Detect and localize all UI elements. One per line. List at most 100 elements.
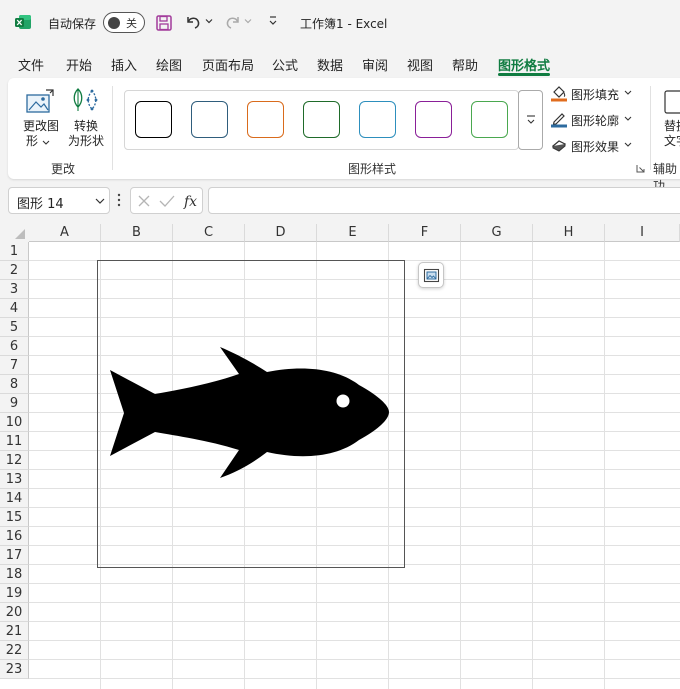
change-shape-label-1: 更改图 [22,119,59,133]
document-title: 工作簿1 - Excel [300,17,388,31]
layout-options-button[interactable] [418,262,444,288]
tab-shape-format[interactable]: 图形格式 [498,55,550,74]
tab-draw[interactable]: 绘图 [156,55,182,74]
column-header-i[interactable]: I [605,224,680,242]
shape-fill-label: 图形填充 [571,88,620,102]
group-label-shape-styles: 图形样式 [348,162,397,176]
group-label-change: 更改 [51,162,76,176]
dialog-launcher-icon[interactable] [636,164,645,173]
tab-page-layout[interactable]: 页面布局 [202,55,254,74]
cancel-icon[interactable] [137,194,151,208]
autosave-toggle[interactable]: 关 [103,12,145,33]
row-header-22[interactable]: 22 [0,641,29,660]
chevron-down-icon [95,198,105,204]
row-header-11[interactable]: 11 [0,432,29,451]
row-header-3[interactable]: 3 [0,280,29,299]
row-header-8[interactable]: 8 [0,375,29,394]
row-header-23[interactable]: 23 [0,660,29,679]
customize-toolbar-icon[interactable] [268,15,278,27]
chevron-down-icon [42,140,50,145]
more-options-icon[interactable] [116,192,122,208]
column-header-e[interactable]: E [317,224,389,242]
row-header-21[interactable]: 21 [0,622,29,641]
row-header-14[interactable]: 14 [0,489,29,508]
shape-style-swatch[interactable] [135,101,172,138]
shape-outline-label: 图形轮廓 [571,114,620,128]
row-header-18[interactable]: 18 [0,565,29,584]
chevron-down-icon [624,90,632,95]
svg-text:fx: fx [183,194,197,210]
layout-options-icon [423,268,440,283]
tab-help[interactable]: 帮助 [452,55,478,74]
tab-home[interactable]: 开始 [66,55,92,74]
title-bar: 自动保存 关 工作簿1 - Excel [0,0,680,46]
redo-dropdown-icon[interactable] [244,17,252,25]
row-header-2[interactable]: 2 [0,261,29,280]
shape-style-swatch[interactable] [303,101,340,138]
row-header-1[interactable]: 1 [0,242,29,261]
row-header-6[interactable]: 6 [0,337,29,356]
redo-icon[interactable] [224,13,242,31]
formula-input[interactable] [208,187,680,214]
shape-style-swatch[interactable] [471,101,508,138]
row-header-19[interactable]: 19 [0,584,29,603]
column-header-f[interactable]: F [389,224,461,242]
shape-style-swatch[interactable] [191,101,228,138]
row-header-17[interactable]: 17 [0,546,29,565]
change-shape-icon [26,89,54,113]
save-icon[interactable] [155,14,173,32]
tab-data[interactable]: 数据 [317,55,343,74]
row-header-9[interactable]: 9 [0,394,29,413]
excel-logo-icon [15,15,31,29]
tab-view[interactable]: 视图 [407,55,433,74]
row-header-4[interactable]: 4 [0,299,29,318]
formula-tools: fx [130,187,203,214]
paint-bucket-icon [551,86,567,102]
convert-to-shape-button[interactable]: 转换 为形状 [66,86,106,152]
row-header-10[interactable]: 10 [0,413,29,432]
autosave-state: 关 [126,17,137,30]
shape-style-swatch[interactable] [415,101,452,138]
convert-label-2: 为形状 [67,134,104,148]
undo-icon[interactable] [184,13,202,31]
row-header-13[interactable]: 13 [0,470,29,489]
shape-selection-frame [97,260,405,568]
column-header-g[interactable]: G [461,224,533,242]
shape-style-gallery [124,90,519,150]
undo-dropdown-icon[interactable] [205,17,213,25]
change-shape-button[interactable]: 更改图 形 [20,86,62,152]
change-shape-label-2: 形 [26,134,39,148]
shape-effects-icon [551,140,567,152]
convert-to-shape-icon [73,88,98,111]
gallery-more-button[interactable] [518,90,543,150]
row-header-15[interactable]: 15 [0,508,29,527]
row-header-5[interactable]: 5 [0,318,29,337]
column-header-d[interactable]: D [245,224,317,242]
row-header-12[interactable]: 12 [0,451,29,470]
group-separator [112,86,113,170]
tab-insert[interactable]: 插入 [111,55,137,74]
tab-formulas[interactable]: 公式 [272,55,298,74]
alt-text-button[interactable]: 替换 文字 [658,86,680,152]
gallery-expand-icon [527,115,535,124]
name-box[interactable]: 图形 14 [8,187,110,214]
alt-text-label-1: 替换 [664,119,680,133]
enter-icon[interactable] [159,194,175,208]
column-header-b[interactable]: B [101,224,173,242]
row-header-16[interactable]: 16 [0,527,29,546]
tab-review[interactable]: 审阅 [362,55,388,74]
pen-outline-icon [551,113,567,128]
column-header-a[interactable]: A [29,224,101,242]
row-header-20[interactable]: 20 [0,603,29,622]
column-header-h[interactable]: H [533,224,605,242]
column-header-c[interactable]: C [173,224,245,242]
alt-text-icon [664,90,680,114]
shape-style-swatch[interactable] [247,101,284,138]
select-all-corner[interactable] [0,224,29,242]
insert-function-icon[interactable]: fx [183,192,201,210]
row-header-7[interactable]: 7 [0,356,29,375]
shape-style-swatch[interactable] [359,101,396,138]
convert-label-1: 转换 [73,119,98,133]
alt-text-label-2: 文字 [664,134,680,148]
tab-file[interactable]: 文件 [18,55,44,74]
